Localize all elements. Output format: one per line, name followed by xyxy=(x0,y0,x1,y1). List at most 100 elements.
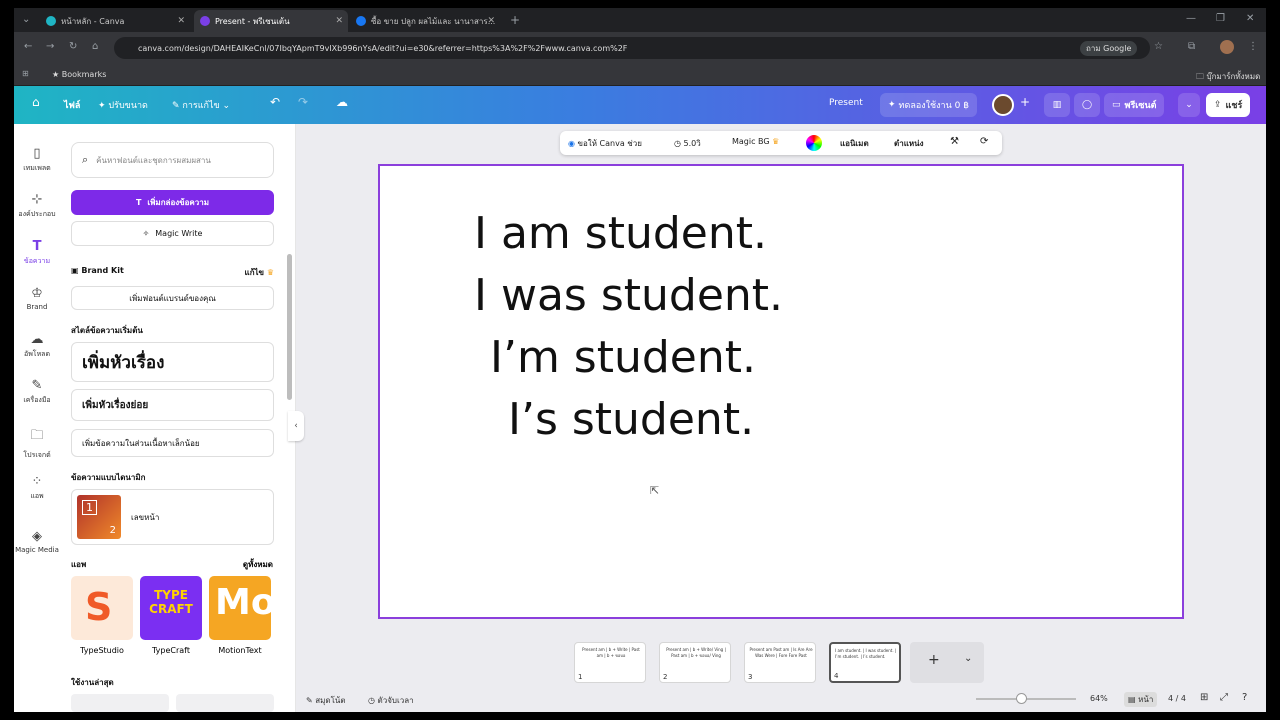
notes-button[interactable]: ✎ สมุดโน้ต xyxy=(306,694,346,707)
new-tab-icon[interactable]: + xyxy=(510,13,520,27)
close-icon[interactable]: ✕ xyxy=(487,16,495,26)
file-menu[interactable]: ไฟล์ xyxy=(64,98,80,112)
cloud-saved-icon[interactable]: ☁ xyxy=(336,95,348,109)
slide-text-line[interactable]: I’m student. xyxy=(490,332,756,383)
magic-write-button[interactable]: ✧ Magic Write xyxy=(71,221,274,246)
rail-item-elements[interactable]: ⊹ องค์ประกอบ xyxy=(14,192,60,220)
chevron-down-icon[interactable]: ⌄ xyxy=(964,653,972,664)
add-heading-button[interactable]: เพิ่มหัวเรื่อง xyxy=(71,342,274,382)
ask-canva-button[interactable]: ◉ ขอให้ Canva ช่วย xyxy=(568,137,642,150)
redo-icon[interactable]: ↷ xyxy=(298,95,308,109)
menu-icon[interactable]: ⋮ xyxy=(1248,41,1258,52)
apps-grid-icon[interactable]: ⊞ xyxy=(22,69,29,78)
panel-scrollbar[interactable] xyxy=(287,254,292,400)
forward-icon[interactable]: → xyxy=(46,41,54,52)
tab-facebook[interactable]: ซื้อ ขาย ปลูก ผลไม้และ นานาสาร... ✕ xyxy=(350,10,500,32)
see-all-link[interactable]: ดูทั้งหมด xyxy=(243,558,273,571)
design-title[interactable]: Present xyxy=(829,98,863,108)
page-thumbnail[interactable]: Present am | b + Write | Past am | b + ข… xyxy=(574,642,646,683)
user-avatar[interactable] xyxy=(992,94,1014,116)
extensions-icon[interactable]: ⧉ xyxy=(1188,41,1195,52)
undo-icon[interactable]: ↶ xyxy=(270,95,280,109)
more-options-icon[interactable]: ⟳ xyxy=(980,136,988,147)
add-brand-font-button[interactable]: เพิ่มฟอนต์แบรนด์ของคุณ xyxy=(71,286,274,310)
add-collaborator-icon[interactable]: + xyxy=(1020,95,1030,109)
ask-google-button[interactable]: ถาม Google xyxy=(1080,41,1138,56)
position-button[interactable]: ตำแหน่ง xyxy=(894,137,924,150)
page-numbers-card[interactable]: 1 2 เลขหน้า xyxy=(71,489,274,545)
share-button[interactable]: ⇪ แชร์ xyxy=(1206,93,1251,117)
close-icon[interactable]: ✕ xyxy=(177,16,185,26)
app-typecraft[interactable]: TYPE CRAFT xyxy=(140,576,202,640)
animate-button[interactable]: แอนิเมต xyxy=(840,137,869,150)
tab-search-icon[interactable]: ⌄ xyxy=(22,14,30,25)
page-thumbnail[interactable]: Present am | b + Write/ Ving | Past am |… xyxy=(659,642,731,683)
slide-text-line[interactable]: I’s student. xyxy=(508,394,754,445)
brand-edit-link[interactable]: แก้ไข ♛ xyxy=(245,266,274,279)
grid-view-icon[interactable]: ⊞ xyxy=(1200,692,1208,703)
add-body-button[interactable]: เพิ่มข้อความในส่วนเนื้อหาเล็กน้อย xyxy=(71,429,274,457)
home-icon[interactable]: ⌂ xyxy=(92,41,98,52)
page-thumbnail-active[interactable]: I am student. | I was student. | I’m stu… xyxy=(829,642,901,683)
star-icon[interactable]: ☆ xyxy=(1154,41,1163,52)
close-icon[interactable]: ✕ xyxy=(335,16,343,26)
magic-bg-button[interactable]: Magic BG ♛ xyxy=(732,137,779,146)
window-close-icon[interactable]: ✕ xyxy=(1246,13,1254,24)
rail-item-projects[interactable]: 🗀 โปรเจกต์ xyxy=(14,426,60,461)
brand-kit-label: Brand Kit xyxy=(81,266,124,275)
rail-item-uploads[interactable]: ☁ อัพโหลด xyxy=(14,332,60,360)
trial-button[interactable]: ✦ ทดลองใช้งาน 0 ฿ xyxy=(880,93,977,117)
insights-icon[interactable]: ▥ xyxy=(1044,93,1070,117)
back-icon[interactable]: ← xyxy=(24,41,32,52)
present-button[interactable]: ▭ พรีเซนต์ xyxy=(1104,93,1165,117)
recent-item[interactable] xyxy=(71,694,169,712)
dynamic-text-title: ข้อความแบบไดนามิก xyxy=(71,473,146,482)
app-motiontext[interactable]: Mo xyxy=(209,576,271,640)
slide-text-line[interactable]: I was student. xyxy=(474,270,783,321)
zoom-level[interactable]: 64% xyxy=(1090,694,1108,703)
pages-button[interactable]: ▤ หน้า xyxy=(1124,692,1158,707)
add-textbox-button[interactable]: T เพิ่มกล่องข้อความ xyxy=(71,190,274,215)
help-icon[interactable]: ? xyxy=(1242,692,1247,703)
chevron-down-icon[interactable]: ⌄ xyxy=(1178,93,1200,117)
brand-kit-row[interactable]: ▣ Brand Kit แก้ไข ♛ xyxy=(71,266,274,277)
rail-item-templates[interactable]: ▯ เทมเพลต xyxy=(14,146,60,174)
timer-button[interactable]: ◷ ตัวจับเวลา xyxy=(368,694,414,707)
context-toolbar: ◉ ขอให้ Canva ช่วย ◷ 5.0วิ Magic BG ♛ แอ… xyxy=(560,131,1002,155)
rail-item-magic-media[interactable]: ◈ Magic Media xyxy=(14,529,60,554)
tab-present[interactable]: Present - พรีเซนเต้น ✕ xyxy=(194,10,348,32)
rail-item-brand[interactable]: ♔ Brand xyxy=(14,286,60,311)
facebook-favicon-icon xyxy=(356,16,366,26)
all-bookmarks-button[interactable]: 🗀 บุ๊กมาร์กทั้งหมด xyxy=(1196,70,1260,85)
duration-button[interactable]: ◷ 5.0วิ xyxy=(674,137,701,150)
search-input[interactable]: ⌕ ค้นหาฟอนต์และชุดการผสมผสาน xyxy=(71,142,274,178)
fullscreen-icon[interactable]: ⤢ xyxy=(1220,692,1228,703)
url-field[interactable]: canva.com/design/DAHEAIKeCnl/07IbqYApmT9… xyxy=(114,37,1150,59)
rail-item-tools[interactable]: ✎ เครื่องมือ xyxy=(14,378,60,406)
rail-item-text[interactable]: T ข้อความ xyxy=(14,239,60,267)
slide-text-line[interactable]: I am student. xyxy=(474,208,767,259)
recent-item[interactable] xyxy=(176,694,274,712)
add-subheading-button[interactable]: เพิ่มหัวเรื่องย่อย xyxy=(71,389,274,421)
collapse-panel-icon[interactable]: ‹ xyxy=(288,411,304,441)
paint-format-icon[interactable]: ⚒ xyxy=(950,136,959,147)
tab-canva-home[interactable]: หน้าหลัก - Canva ✕ xyxy=(40,10,190,32)
pages-label: หน้า xyxy=(1138,695,1154,704)
color-picker-icon[interactable] xyxy=(806,135,822,151)
comment-icon[interactable]: ◯ xyxy=(1074,93,1100,117)
reload-icon[interactable]: ↻ xyxy=(69,41,77,52)
app-typestudio[interactable]: S xyxy=(71,576,133,640)
rail-item-apps[interactable]: ⁘ แอพ xyxy=(14,474,60,502)
page-thumbnail[interactable]: Present am Past am | Is Are Are Was Were… xyxy=(744,642,816,683)
edit-menu[interactable]: ✎ การแก้ไข ⌄ xyxy=(172,98,230,112)
bookmarks-item[interactable]: ★ Bookmarks xyxy=(52,70,106,79)
home-icon[interactable]: ⌂ xyxy=(32,95,40,109)
maximize-icon[interactable]: ❐ xyxy=(1216,13,1225,24)
add-body-label: เพิ่มข้อความในส่วนเนื้อหาเล็กน้อย xyxy=(82,438,200,448)
slide-page[interactable]: I am student. I was student. I’m student… xyxy=(378,164,1184,619)
minimize-icon[interactable]: — xyxy=(1186,13,1196,24)
profile-avatar[interactable] xyxy=(1220,40,1234,54)
zoom-slider-handle[interactable] xyxy=(1016,693,1028,704)
resize-button[interactable]: ✦ ปรับขนาด xyxy=(98,98,148,112)
add-page-button[interactable]: + ⌄ xyxy=(910,642,984,683)
